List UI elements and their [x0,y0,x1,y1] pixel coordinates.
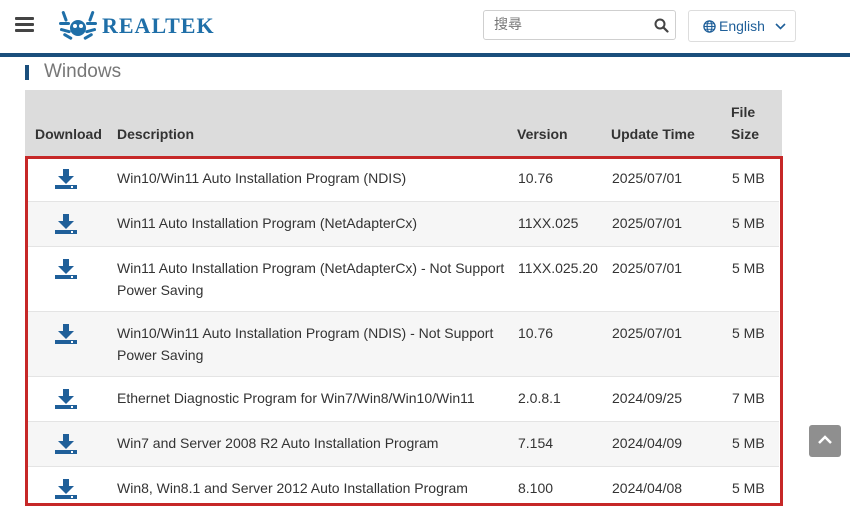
realtek-logo[interactable]: REALTEK [58,9,215,43]
site-header: REALTEK English [0,0,850,53]
section-title: Windows [25,61,122,82]
column-header-update-time: Update Time [611,126,695,142]
version-cell: 10.76 [518,170,554,186]
version-cell: 2.0.8.1 [518,390,561,406]
back-to-top-button[interactable] [809,425,841,457]
version-cell: 11XX.025 [518,215,579,231]
download-icon[interactable] [55,169,77,189]
file-size-cell: 5 MB [732,170,765,186]
section-title-marker [25,64,29,80]
update-time-cell: 2025/07/01 [612,215,683,231]
update-time-cell: 2025/07/01 [612,260,683,276]
update-time-cell: 2025/07/01 [612,170,683,186]
download-icon[interactable] [55,434,77,454]
brand-name: REALTEK [102,13,215,38]
column-header-description: Description [117,126,195,142]
download-icon[interactable] [55,214,77,234]
update-time-cell: 2024/09/25 [612,390,683,406]
download-icon[interactable] [55,389,77,409]
file-size-cell: 7 MB [732,390,765,406]
file-size-cell: 5 MB [732,480,765,496]
search-box [483,10,676,40]
globe-icon [703,19,716,33]
section-title-text: Windows [44,61,122,82]
table-row: Win7 and Server 2008 R2 Auto Installatio… [27,422,779,467]
table-row: Win8, Win8.1 and Server 2012 Auto Instal… [27,467,779,504]
download-icon[interactable] [55,259,77,279]
download-icon[interactable] [55,479,77,499]
column-header-size: Size [731,126,760,142]
version-cell: 11XX.025.20 [518,260,598,276]
download-icon[interactable] [55,324,77,344]
column-header-file: File [731,104,756,120]
hamburger-menu-icon[interactable] [15,17,34,33]
table-header: Download Description Version Update Time… [25,90,782,156]
description-cell: Win11 Auto Installation Program (NetAdap… [117,260,505,276]
file-size-cell: 5 MB [732,435,765,451]
language-label: English [719,18,765,34]
header-divider [0,53,850,57]
description-cell: Win10/Win11 Auto Installation Program (N… [117,170,407,186]
description-cell-line2: Power Saving [117,282,204,298]
file-size-cell: 5 MB [732,325,765,341]
file-size-cell: 5 MB [732,215,765,231]
language-selector[interactable]: English [688,10,796,42]
column-header-version: Version [517,126,568,142]
description-cell: Win7 and Server 2008 R2 Auto Installatio… [117,435,439,451]
update-time-cell: 2025/07/01 [612,325,683,341]
table-row: Win11 Auto Installation Program (NetAdap… [27,202,779,247]
description-cell: Win11 Auto Installation Program (NetAdap… [117,215,418,231]
search-icon[interactable] [654,18,669,33]
update-time-cell: 2024/04/08 [612,480,683,496]
table-row: Win10/Win11 Auto Installation Program (N… [27,312,779,377]
chevron-down-icon [775,22,786,30]
description-cell: Ethernet Diagnostic Program for Win7/Win… [117,390,475,406]
column-header-download: Download [35,126,102,142]
table-row: Ethernet Diagnostic Program for Win7/Win… [27,377,779,422]
version-cell: 10.76 [518,325,554,341]
description-cell-line2: Power Saving [117,347,204,363]
version-cell: 8.100 [518,480,554,496]
table-row: Win10/Win11 Auto Installation Program (N… [27,157,779,202]
chevron-up-icon [818,435,832,444]
update-time-cell: 2024/04/09 [612,435,683,451]
description-cell: Win10/Win11 Auto Installation Program (N… [117,325,494,341]
crab-logo-icon [59,11,97,40]
search-input[interactable] [484,11,654,39]
table-row: Win11 Auto Installation Program (NetAdap… [27,247,779,312]
description-cell: Win8, Win8.1 and Server 2012 Auto Instal… [117,480,468,496]
file-size-cell: 5 MB [732,260,765,276]
version-cell: 7.154 [518,435,554,451]
